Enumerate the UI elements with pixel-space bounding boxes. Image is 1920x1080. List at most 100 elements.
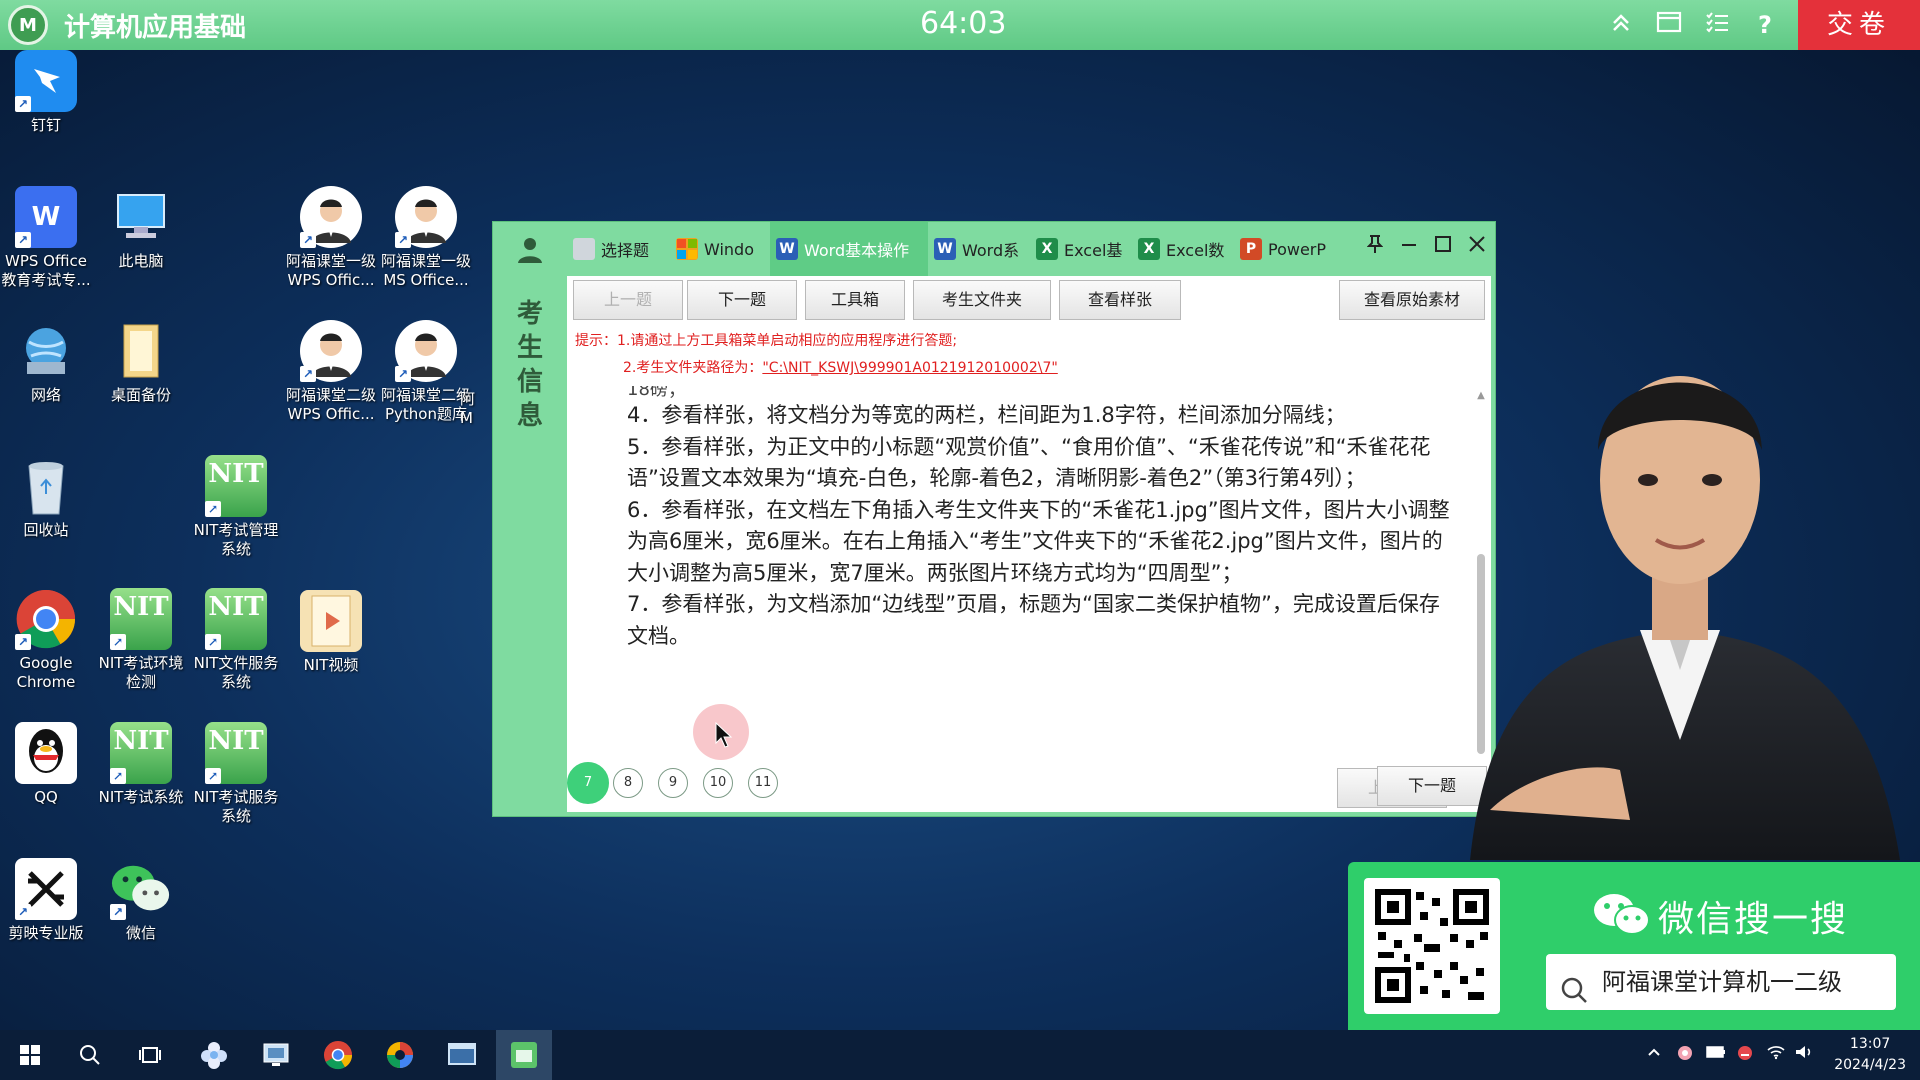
desktop-icon-label: 钉钉: [30, 116, 61, 134]
page-number-9[interactable]: 9: [658, 768, 688, 798]
chrome-icon: ↗: [15, 588, 77, 650]
tab-excel-data[interactable]: X Excel数: [1132, 222, 1234, 276]
task-view-icon[interactable]: [122, 1030, 178, 1080]
desktop-icon-label: Google Chrome: [16, 654, 76, 691]
pin-icon[interactable]: [1365, 234, 1385, 258]
shortcut-arrow-icon: ↗: [110, 904, 126, 920]
wechat-icon: ↗: [110, 858, 172, 920]
network-icon: [15, 320, 77, 382]
tab-windows[interactable]: Windo: [670, 222, 770, 276]
app-logo-icon: M: [8, 5, 48, 45]
system-clock[interactable]: 13:07 2024/4/23: [1834, 1034, 1906, 1076]
desktop-icon-nit-file-service[interactable]: NIT ↗ NIT文件服务系统: [190, 588, 282, 692]
desktop-icon-label: 网络: [30, 386, 61, 404]
nit-icon: NIT ↗: [205, 455, 267, 517]
desktop-icon-afu-level1-ms-office[interactable]: ↗ 阿福课堂一级 MS Office...: [380, 186, 472, 290]
tab-multiple-choice[interactable]: 选择题: [567, 222, 670, 276]
window-icon[interactable]: [1654, 10, 1684, 40]
windows-icon: [676, 238, 698, 260]
submit-exam-button[interactable]: 交卷: [1798, 0, 1920, 50]
desktop-icon-afu-level2-wps[interactable]: ↗ 阿福课堂二级 WPS Offic...: [285, 320, 377, 424]
maximize-button[interactable]: [1433, 234, 1453, 258]
desktop-icon-dingtalk[interactable]: ↗ 钉钉: [0, 50, 92, 135]
view-sample-button[interactable]: 查看样张: [1059, 280, 1181, 320]
tab-powerpoint[interactable]: P PowerP: [1234, 222, 1338, 276]
chrome-icon[interactable]: [310, 1030, 366, 1080]
photos-icon[interactable]: [372, 1030, 428, 1080]
question-cut-line: 18磅；: [627, 386, 686, 400]
view-original-material-button[interactable]: 查看原始素材: [1339, 280, 1485, 320]
desktop-icon-nit-exam-management[interactable]: NIT ↗ NIT考试管理系统: [190, 455, 282, 559]
page-number-10[interactable]: 10: [703, 768, 733, 798]
student-folder-path-link[interactable]: "C:\NIT_KSWJ\999901A0121912010002\7": [762, 360, 1057, 376]
volume-icon[interactable]: [1794, 1044, 1814, 1064]
page-number-7[interactable]: 7: [567, 762, 609, 804]
desktop-icon-nit-exam-system[interactable]: NIT ↗ NIT考试系统: [95, 722, 187, 807]
nit-icon[interactable]: [496, 1030, 552, 1080]
computer-icon: [110, 186, 172, 248]
desktop-icon-recycle-bin[interactable]: 回收站: [0, 455, 92, 540]
wifi-icon[interactable]: [1766, 1044, 1786, 1064]
question-pager: 7 8 9 10 11 上一题: [567, 760, 1491, 808]
page-number-11[interactable]: 11: [748, 768, 778, 798]
app-flower-icon[interactable]: [186, 1030, 242, 1080]
desktop-icon-nit-exam-service[interactable]: NIT ↗ NIT考试服务系统: [190, 722, 282, 826]
desktop-icon-afu-level2-python[interactable]: ↗ 阿福课堂二级 Python题库: [380, 320, 472, 424]
desktop-icon-qq[interactable]: QQ: [0, 722, 92, 807]
clock-time: 13:07: [1849, 1036, 1891, 1052]
desktop-icon-google-chrome[interactable]: ↗ Google Chrome: [0, 588, 92, 692]
toolbox-button[interactable]: 工具箱: [805, 280, 905, 320]
search-icon: [1560, 968, 1588, 1003]
tray-app-icon[interactable]: [1676, 1044, 1694, 1066]
tray-red-app-icon[interactable]: [1736, 1044, 1754, 1066]
minimize-button[interactable]: [1399, 234, 1419, 258]
question-item-6: 6．参看样张，在文档左下角插入考生文件夹下的“禾雀花1.jpg”图片文件，图片大…: [627, 497, 1450, 585]
question-item-4: 4．参看样张，将文档分为等宽的两栏，栏间距为1.8字符，栏间添加分隔线；: [627, 403, 1346, 427]
wps-icon: W ↗: [15, 186, 77, 248]
student-info-sidebar[interactable]: 考 生 信 息: [493, 222, 567, 818]
list-icon[interactable]: [1702, 10, 1732, 40]
question-text: 18磅； 4．参看样张，将文档分为等宽的两栏，栏间距为1.8字符，栏间添加分隔线…: [567, 386, 1477, 756]
desktop-icon-label: WPS Office 教育考试专...: [1, 252, 91, 289]
nit-icon: NIT ↗: [205, 588, 267, 650]
search-icon[interactable]: [62, 1030, 118, 1080]
desktop-app-icon[interactable]: [434, 1030, 490, 1080]
shortcut-arrow-icon: ↗: [15, 634, 31, 650]
recycle-bin-icon: [15, 455, 77, 517]
desktop-icon-label: QQ: [34, 788, 58, 806]
wechat-logo-icon: [1592, 892, 1652, 936]
student-info-label: 考 生 信 息: [516, 299, 543, 431]
next-question-button[interactable]: 下一题: [687, 280, 797, 320]
shortcut-arrow-icon: ↗: [395, 232, 411, 248]
desktop-icon-nit-video[interactable]: NIT视频: [285, 590, 377, 675]
desktop-icon-nit-env-check[interactable]: NIT ↗ NIT考试环境检测: [95, 588, 187, 692]
mouse-cursor-icon: [715, 721, 733, 752]
page-number-8[interactable]: 8: [613, 768, 643, 798]
desktop-icon-afu-level1-wps[interactable]: ↗ 阿福课堂一级 WPS Offic...: [285, 186, 377, 290]
avatar-icon: ↗: [300, 186, 362, 248]
desktop-icon-network[interactable]: 网络: [0, 320, 92, 405]
tab-word-2[interactable]: W Word系: [928, 222, 1030, 276]
close-button[interactable]: [1467, 234, 1487, 258]
app-screen-icon[interactable]: [248, 1030, 304, 1080]
wechat-search-banner: 微信搜一搜 阿福课堂计算机一二级: [1348, 862, 1920, 1030]
student-folder-button[interactable]: 考生文件夹: [913, 280, 1051, 320]
wechat-search-text: 阿福课堂计算机一二级: [1602, 968, 1842, 996]
help-icon[interactable]: ?: [1750, 10, 1780, 40]
desktop-icon-this-pc[interactable]: 此电脑: [95, 186, 187, 271]
tab-excel-basic[interactable]: X Excel基: [1030, 222, 1132, 276]
desktop-icon-capcut[interactable]: ↗ 剪映专业版: [0, 858, 92, 943]
prev-question-button[interactable]: 上一题: [573, 280, 683, 320]
collapse-up-icon[interactable]: [1606, 10, 1636, 40]
desktop-icon-afu-partial[interactable]: 阿 M: [460, 386, 492, 428]
desktop-icon-wechat[interactable]: ↗ 微信: [95, 858, 187, 943]
desktop-icon-desktop-backup[interactable]: 桌面备份: [95, 320, 187, 405]
desktop-icon-label: 此电脑: [118, 252, 164, 270]
shortcut-arrow-icon: ↗: [110, 634, 126, 650]
tab-word-basic[interactable]: W Word基本操作: [770, 222, 928, 276]
desktop-icon-wps-office[interactable]: W ↗ WPS Office 教育考试专...: [0, 186, 92, 290]
battery-icon[interactable]: [1706, 1044, 1726, 1064]
wechat-search-box[interactable]: 阿福课堂计算机一二级: [1546, 954, 1896, 1010]
windows-start-icon[interactable]: [2, 1030, 58, 1080]
chevron-up-icon[interactable]: [1646, 1044, 1662, 1064]
